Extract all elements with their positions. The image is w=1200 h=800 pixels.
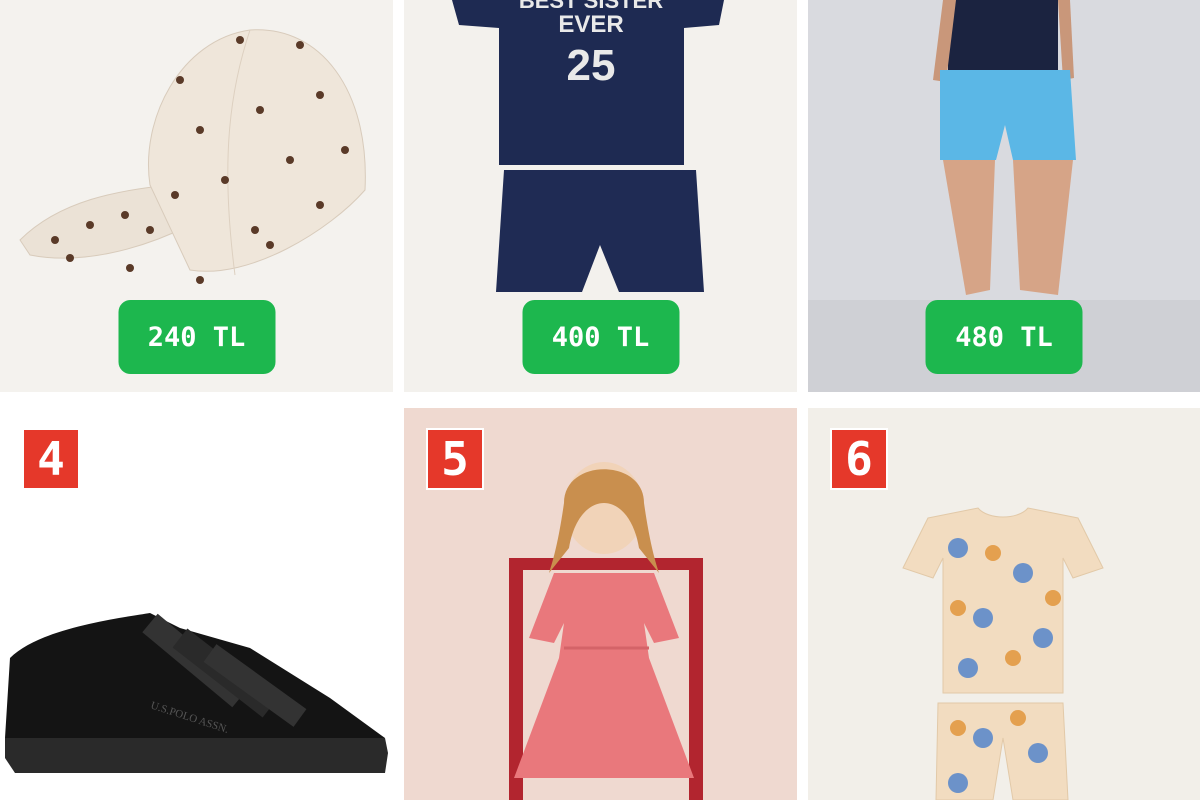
tee-print-number: 25: [567, 41, 616, 90]
item-number-badge: 4: [22, 428, 80, 490]
item-number-badge: 5: [426, 428, 484, 490]
price-badge: 240 TL: [118, 300, 275, 374]
price-badge: 480 TL: [925, 300, 1083, 374]
product-tile-pajamas[interactable]: 6: [808, 408, 1200, 800]
product-tile-sneaker[interactable]: U.S.POLO ASSN. 4: [0, 408, 393, 800]
item-number-badge: 6: [830, 428, 888, 490]
product-tile-swim-shorts[interactable]: 480 TL: [808, 0, 1200, 392]
product-tile-dress[interactable]: 5: [404, 408, 797, 800]
price-badge: 400 TL: [522, 300, 679, 374]
tee-print-line2: EVER: [558, 11, 623, 38]
product-tile-kids-set[interactable]: BEST SISTER EVER 25 400 TL: [404, 0, 797, 392]
product-tile-cap[interactable]: 240 TL: [0, 0, 393, 392]
